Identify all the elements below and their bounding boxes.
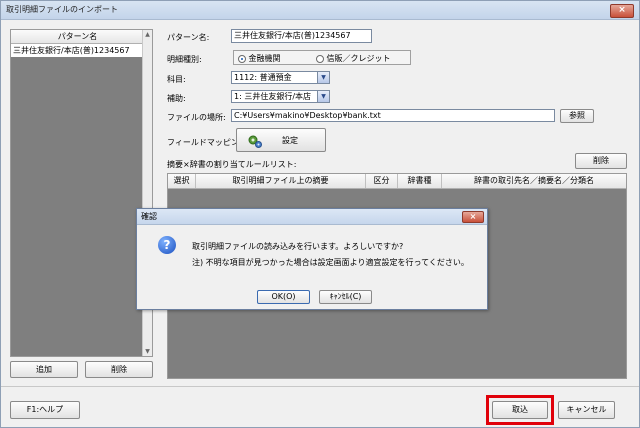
account-label: 科目:	[167, 75, 186, 84]
radio-financial-label: 金融機関	[248, 54, 281, 63]
pattern-name-label: パターン名:	[167, 33, 210, 42]
chevron-down-icon[interactable]: ▼	[317, 72, 329, 83]
dialog-cancel-button[interactable]: ｷｬﾝｾﾙ(C)	[319, 290, 372, 304]
col-select[interactable]: 選択	[168, 174, 196, 188]
cancel-button[interactable]: キャンセル	[558, 401, 615, 419]
col-dictionary-name[interactable]: 辞書の取引先名／摘要名／分類名	[442, 174, 626, 188]
col-dictionary-type[interactable]: 辞書種	[398, 174, 442, 188]
pattern-name-input[interactable]: 三井住友銀行/本店(普)1234567	[231, 29, 372, 43]
type-radio-group: 金融機関 信販／クレジット	[233, 50, 411, 65]
dialog-ok-button[interactable]: OK(O)	[257, 290, 310, 304]
pattern-list-header: パターン名	[11, 30, 144, 44]
rules-table-header: 選択 取引明細ファイル上の摘要 区分 辞書種 辞書の取引先名／摘要名／分類名	[168, 174, 626, 189]
dialog-close-button[interactable]: ×	[462, 211, 484, 223]
rules-list-label: 摘要×辞書の割り当てルールリスト:	[167, 160, 297, 169]
gear-icon	[248, 135, 262, 148]
radio-financial[interactable]: 金融機関	[238, 53, 281, 64]
radio-credit[interactable]: 信販／クレジット	[316, 53, 391, 64]
window-title: 取引明細ファイルのインポート	[6, 5, 118, 14]
browse-button[interactable]: 参照	[560, 109, 594, 123]
file-path-input[interactable]: C:¥Users¥makino¥Desktop¥bank.txt	[231, 109, 555, 122]
close-window-button[interactable]: ×	[610, 4, 634, 18]
col-category[interactable]: 区分	[366, 174, 398, 188]
mapping-settings-button[interactable]: 設定	[236, 128, 326, 152]
close-icon: ×	[618, 5, 626, 15]
dialog-message-line2: 注) 不明な項目が見つかった場合は設定画面より適宜設定を行ってください。	[192, 258, 469, 267]
import-window: 取引明細ファイルのインポート × パターン名 三井住友銀行/本店(普)12345…	[0, 0, 640, 428]
sub-account-value: 1: 三井住友銀行/本店	[234, 92, 312, 101]
sub-account-select[interactable]: 1: 三井住友銀行/本店 ▼	[231, 90, 330, 103]
close-icon: ×	[469, 212, 477, 221]
type-label: 明細種別:	[167, 55, 202, 64]
dialog-title: 確認	[141, 212, 157, 221]
dialog-title-bar: 確認 ×	[137, 209, 487, 225]
chevron-down-icon[interactable]: ▼	[317, 91, 329, 102]
scroll-up-icon[interactable]: ▲	[144, 31, 151, 38]
radio-unselected-icon	[316, 54, 324, 63]
mapping-settings-label: 設定	[282, 136, 298, 145]
account-select[interactable]: 1112: 普通預金 ▼	[231, 71, 330, 84]
account-value: 1112: 普通預金	[234, 73, 292, 82]
title-bar: 取引明細ファイルのインポート ×	[1, 1, 639, 20]
file-location-label: ファイルの場所:	[167, 113, 226, 122]
confirm-dialog: 確認 × ? 取引明細ファイルの読み込みを行います。よろしいですか? 注) 不明…	[136, 208, 488, 310]
radio-selected-icon	[238, 54, 246, 63]
help-button[interactable]: F1:ヘルプ	[10, 401, 80, 419]
question-icon: ?	[158, 236, 176, 254]
dialog-message-line1: 取引明細ファイルの読み込みを行います。よろしいですか?	[192, 242, 404, 251]
add-pattern-button[interactable]: 追加	[10, 361, 78, 378]
import-highlight-box	[486, 395, 554, 425]
pattern-list-item[interactable]: 三井住友銀行/本店(普)1234567	[11, 44, 144, 57]
delete-rule-button[interactable]: 削除	[575, 153, 627, 169]
footer-separator	[1, 386, 639, 387]
sub-account-label: 補助:	[167, 94, 186, 103]
radio-credit-label: 信販／クレジット	[326, 54, 391, 63]
col-description[interactable]: 取引明細ファイル上の摘要	[196, 174, 366, 188]
delete-pattern-button[interactable]: 削除	[85, 361, 153, 378]
pattern-list: パターン名 三井住友銀行/本店(普)1234567 ▲ ▼	[10, 29, 153, 357]
scroll-down-icon[interactable]: ▼	[144, 348, 151, 355]
